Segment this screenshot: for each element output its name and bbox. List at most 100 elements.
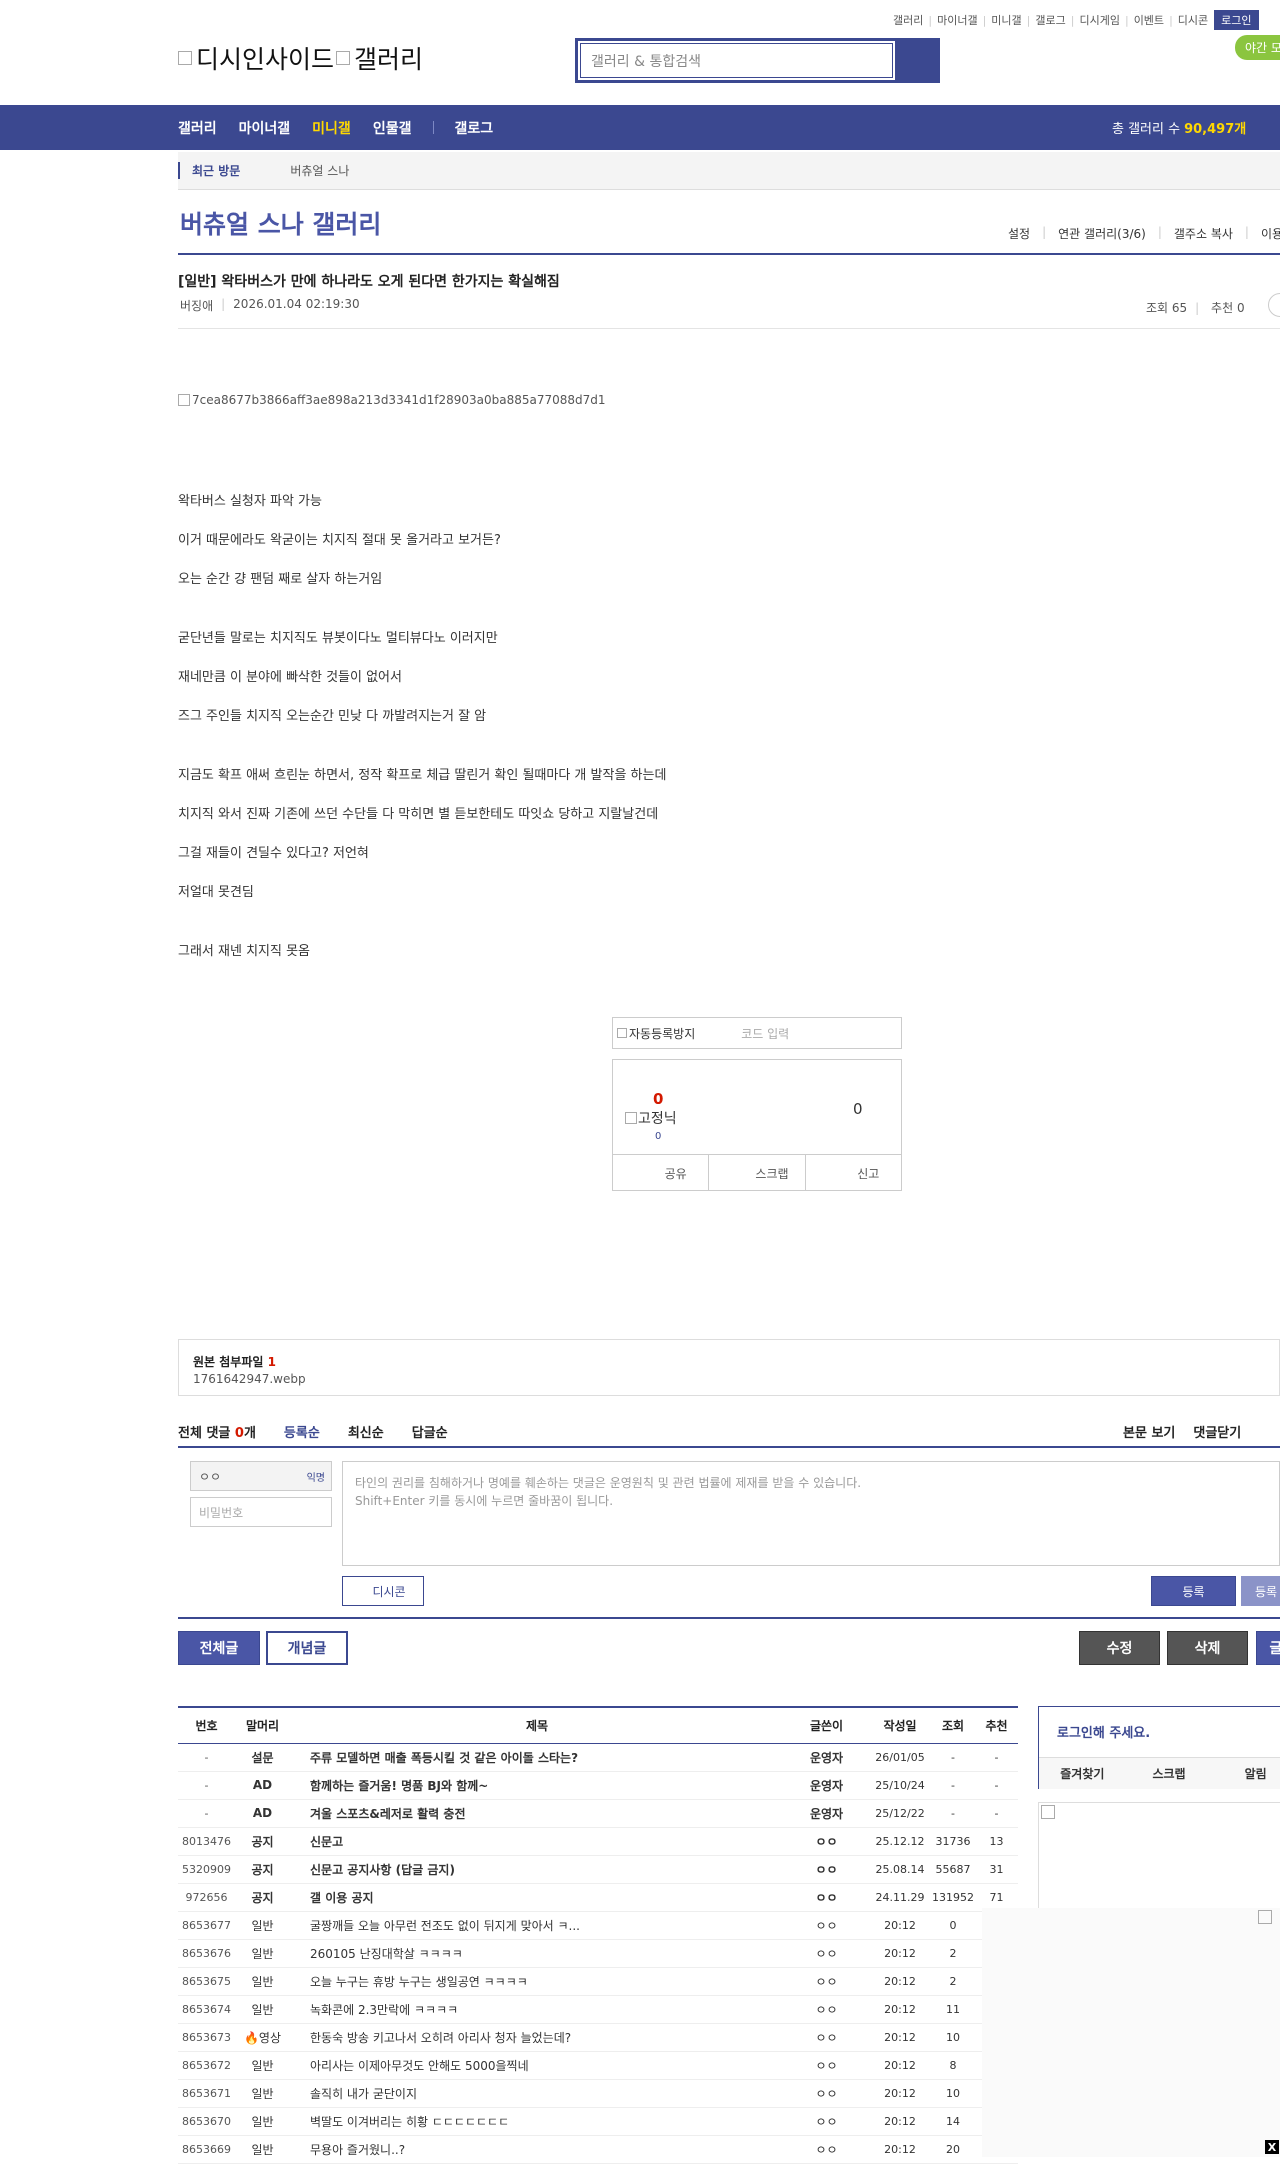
row-writer[interactable]: ㅇㅇ xyxy=(784,2135,869,2164)
row-title[interactable]: 260105 난징대학살 ㅋㅋㅋㅋ xyxy=(290,1939,784,1968)
table-row[interactable]: 8653673 🔥영상 한동숙 방송 키고나서 오히려 아리사 청자 늘었는데? ㅇㅇ… xyxy=(178,2023,1018,2052)
nav-gallery[interactable]: 갤러리 xyxy=(178,118,217,138)
table-row[interactable]: 8653675 일반 오늘 누구는 휴방 누구는 생일공연 ㅋㅋㅋㅋ ㅇㅇ 20:12 2 xyxy=(178,1967,1018,1996)
row-title[interactable]: 굴짱깨들 오늘 아무런 전조도 없이 뒤지게 맞아서 ㅋ... xyxy=(290,1911,784,1940)
row-title[interactable]: 한동숙 방송 키고나서 오히려 아리사 청자 늘었는데? xyxy=(290,2023,784,2052)
password-field[interactable]: 비밀번호 xyxy=(190,1497,332,1527)
row-writer[interactable]: ㅇㅇ xyxy=(784,2051,869,2080)
row-title[interactable]: 솔직히 내가 굳단이지 xyxy=(290,2079,784,2108)
captcha-input[interactable]: 코드 입력 xyxy=(741,1025,789,1042)
comment-submit-alt-button[interactable]: 등록 xyxy=(1241,1576,1280,1606)
row-writer[interactable]: ㅇㅇ xyxy=(784,1855,869,1884)
alarm-link[interactable]: 알림 xyxy=(1212,1758,1280,1789)
row-writer[interactable]: ㅇㅇ xyxy=(784,1939,869,1968)
upvote-count[interactable]: 0 xyxy=(653,1090,663,1108)
copy-gallery-url[interactable]: 갤주소 복사 xyxy=(1174,225,1233,242)
row-writer[interactable]: 운영자 xyxy=(784,1771,869,1800)
util-link-minor[interactable]: 마이너갤 xyxy=(937,12,977,28)
edit-button[interactable]: 수정 xyxy=(1079,1631,1160,1665)
login-button[interactable]: 로그인 xyxy=(1214,10,1259,30)
row-title[interactable]: 함께하는 즐거움! 명품 BJ와 함께~ xyxy=(290,1771,784,1800)
row-writer[interactable]: ㅇㅇ xyxy=(784,1995,869,2024)
row-writer[interactable]: ㅇㅇ xyxy=(784,1883,869,1912)
row-title[interactable]: 신문고 xyxy=(290,1827,784,1856)
write-button[interactable]: 글 xyxy=(1256,1631,1280,1665)
nav-gallog[interactable]: 갤로그 xyxy=(454,118,493,138)
dccon-button[interactable]: 디시콘 xyxy=(342,1576,424,1606)
recent-visit-label[interactable]: 최근 방문 xyxy=(178,162,252,179)
nickname-field[interactable]: ㅇㅇ 익명 xyxy=(190,1461,332,1491)
table-row[interactable]: 5320909 공지 신문고 공지사항 (답글 금지) ㅇㅇ 25.08.14 55687… xyxy=(178,1855,1018,1884)
site-logo[interactable]: 디시인사이드 갤러리 xyxy=(178,40,423,76)
row-writer[interactable]: ㅇㅇ xyxy=(784,2079,869,2108)
all-posts-button[interactable]: 전체글 xyxy=(178,1631,260,1665)
side-banner[interactable] xyxy=(1038,1802,1280,1912)
util-link-event[interactable]: 이벤트 xyxy=(1134,12,1164,28)
sort-replies[interactable]: 답글순 xyxy=(412,1422,448,1441)
row-title[interactable]: 신문고 공지사항 (답글 금지) xyxy=(290,1855,784,1884)
nav-person[interactable]: 인물갤 xyxy=(373,118,412,138)
row-title[interactable]: 오늘 누구는 휴방 누구는 생일공연 ㅋㅋㅋㅋ xyxy=(290,1967,784,1996)
gallery-title[interactable]: 버츄얼 스나 갤러리 xyxy=(180,205,381,241)
table-row[interactable]: 8653672 일반 아리사는 이제아무것도 안해도 5000을찍네 ㅇㅇ 20:12 8 xyxy=(178,2051,1018,2080)
nav-minor[interactable]: 마이너갤 xyxy=(239,118,291,138)
row-writer[interactable]: ㅇㅇ xyxy=(784,2107,869,2136)
table-row[interactable]: - AD 겨울 스포츠&레저로 활력 충전 운영자 25/12/22- - xyxy=(178,1799,1018,1828)
row-title[interactable]: 벽딸도 이겨버리는 히황 ㄷㄷㄷㄷㄷㄷㄷ xyxy=(290,2107,784,2136)
downvote-count[interactable]: 0 xyxy=(853,1100,863,1118)
row-writer[interactable]: ㅇㅇ xyxy=(784,1911,869,1940)
table-row[interactable]: - AD 함께하는 즐거움! 명품 BJ와 함께~ 운영자 25/10/24- - xyxy=(178,1771,1018,1800)
row-title[interactable]: 갤 이용 공지 xyxy=(290,1883,784,1912)
nav-mini[interactable]: 미니갤 xyxy=(312,118,351,138)
row-writer[interactable]: 운영자 xyxy=(784,1743,869,1772)
view-post-button[interactable]: 본문 보기 xyxy=(1123,1422,1175,1441)
row-writer[interactable]: ㅇㅇ xyxy=(784,1827,869,1856)
table-row[interactable]: 8653674 일반 녹화콘에 2.3만락에 ㅋㅋㅋㅋ ㅇㅇ 20:12 11 xyxy=(178,1995,1018,2024)
close-ad-button[interactable]: X xyxy=(1265,2140,1279,2154)
related-galleries[interactable]: 연관 갤러리(3/6) xyxy=(1058,225,1146,242)
attachment-file[interactable]: 1761642947.webp xyxy=(193,1372,306,1386)
table-row[interactable]: 8013476 공지 신문고 ㅇㅇ 25.12.12 31736 13 xyxy=(178,1827,1018,1856)
search-input[interactable]: 갤러리 & 통합검색 xyxy=(580,43,893,78)
scrap-button[interactable]: 스크랩 xyxy=(709,1155,806,1191)
util-link-game[interactable]: 디시게임 xyxy=(1079,12,1119,28)
row-title[interactable]: 아리사는 이제아무것도 안해도 5000을찍네 xyxy=(290,2051,784,2080)
search-button[interactable] xyxy=(895,41,937,80)
scrap-link[interactable]: 스크랩 xyxy=(1126,1758,1213,1789)
gallery-settings[interactable]: 설정 xyxy=(1008,225,1030,242)
row-title[interactable]: 주류 모델하면 매출 폭등시킬 것 같은 아이돌 스타는? xyxy=(290,1743,784,1772)
table-row[interactable]: 8653677 일반 굴짱깨들 오늘 아무런 전조도 없이 뒤지게 맞아서 ㅋ...… xyxy=(178,1911,1018,1940)
util-link-gallery[interactable]: 갤러리 xyxy=(893,12,923,28)
sort-registered[interactable]: 등록순 xyxy=(284,1422,320,1441)
row-title[interactable]: 무용아 즐거웠니..? xyxy=(290,2135,784,2164)
more-options-button[interactable] xyxy=(1268,293,1280,317)
delete-button[interactable]: 삭제 xyxy=(1167,1631,1248,1665)
table-row[interactable]: 8653670 일반 벽딸도 이겨버리는 히황 ㄷㄷㄷㄷㄷㄷㄷ ㅇㅇ 20:12 14 xyxy=(178,2107,1018,2136)
table-row[interactable]: 8653676 일반 260105 난징대학살 ㅋㅋㅋㅋ ㅇㅇ 20:12 2 xyxy=(178,1939,1018,1968)
table-row[interactable]: 8653669 일반 무용아 즐거웠니..? ㅇㅇ 20:12 20 xyxy=(178,2135,1018,2164)
report-button[interactable]: 신고 xyxy=(806,1155,901,1191)
row-title[interactable]: 녹화콘에 2.3만락에 ㅋㅋㅋㅋ xyxy=(290,1995,784,2024)
table-row[interactable]: 972656 공지 갤 이용 공지 ㅇㅇ 24.11.29 131952 71 xyxy=(178,1883,1018,1912)
favorites-link[interactable]: 즐겨찾기 xyxy=(1039,1758,1126,1789)
row-writer[interactable]: 운영자 xyxy=(784,1799,869,1828)
util-link-mini[interactable]: 미니갤 xyxy=(991,12,1021,28)
night-mode-toggle[interactable]: 야간 모드 xyxy=(1235,35,1280,60)
share-button[interactable]: 공유 xyxy=(613,1155,710,1191)
recent-visit-item[interactable]: 버츄얼 스나 xyxy=(290,162,349,179)
gallery-usage[interactable]: 이용 xyxy=(1261,225,1280,242)
util-link-gallog[interactable]: 갤로그 xyxy=(1035,12,1065,28)
row-title[interactable]: 겨울 스포츠&레저로 활력 충전 xyxy=(290,1799,784,1828)
table-row[interactable]: 8653671 일반 솔직히 내가 굳단이지 ㅇㅇ 20:12 10 xyxy=(178,2079,1018,2108)
post-author[interactable]: 버징애 xyxy=(180,297,213,314)
table-row[interactable]: - 설문 주류 모델하면 매출 폭등시킬 것 같은 아이돌 스타는? 운영자 26/01… xyxy=(178,1743,1018,1772)
row-writer[interactable]: ㅇㅇ xyxy=(784,1967,869,1996)
close-comments-button[interactable]: 댓글닫기 xyxy=(1193,1422,1241,1441)
sort-latest[interactable]: 최신순 xyxy=(348,1422,384,1441)
util-link-dccon[interactable]: 디시콘 xyxy=(1178,12,1208,28)
concept-posts-button[interactable]: 개념글 xyxy=(266,1631,348,1665)
row-writer[interactable]: ㅇㅇ xyxy=(784,2023,869,2052)
comment-textarea[interactable]: 타인의 권리를 침해하거나 명예를 훼손하는 댓글은 운영원칙 및 관련 법률에… xyxy=(342,1461,1280,1566)
comment-submit-button[interactable]: 등록 xyxy=(1151,1576,1236,1606)
login-prompt[interactable]: 로그인해 주세요. xyxy=(1057,1722,1150,1741)
